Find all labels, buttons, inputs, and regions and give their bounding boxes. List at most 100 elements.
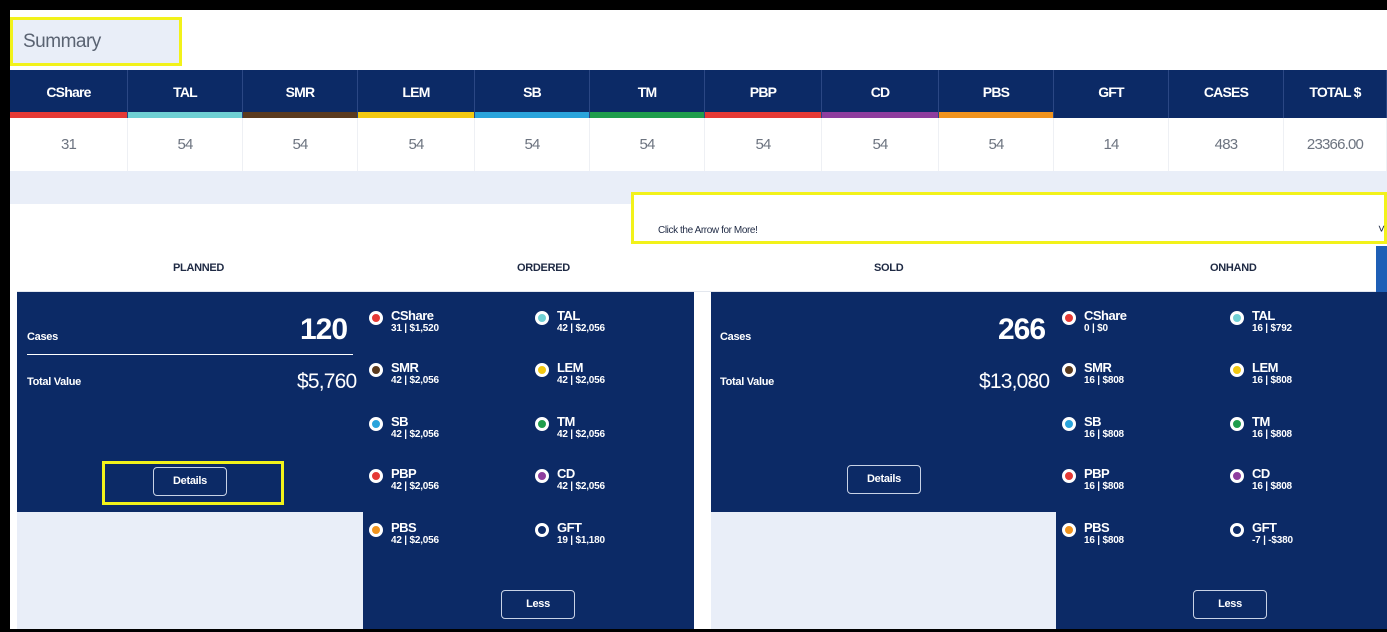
sold-cases-value: 266 <box>998 313 1046 346</box>
category-name: TAL <box>1252 308 1275 323</box>
category-name: SB <box>1084 414 1102 429</box>
category-dot-icon <box>369 311 383 325</box>
category-name: SMR <box>391 360 419 375</box>
sold-panel-blank <box>711 512 1056 629</box>
category-name: PBP <box>391 466 417 481</box>
category-item: CShare 0 | $0 <box>1062 308 1202 346</box>
category-count-value: 42 | $2,056 <box>557 323 605 334</box>
category-name: LEM <box>557 360 583 375</box>
column-color-bar <box>590 112 704 118</box>
column-header: GFT <box>1054 70 1169 118</box>
summary-tab[interactable]: Summary <box>10 17 182 66</box>
summary-value-row: 31 54 54 54 54 54 54 54 54 14 483 23366.00 <box>10 118 1387 172</box>
category-item: PBS 42 | $2,056 <box>369 520 509 558</box>
planned-cases-label: Cases <box>27 331 58 343</box>
category-dot-icon <box>369 469 383 483</box>
sold-total-value: $13,080 <box>979 370 1050 393</box>
category-dot-icon <box>369 363 383 377</box>
column-value: 14 <box>1054 118 1169 171</box>
category-name: PBS <box>1084 520 1110 535</box>
category-dot-icon <box>1230 469 1244 483</box>
left-border <box>0 0 10 632</box>
category-name: CD <box>1252 466 1270 481</box>
category-item: PBP 42 | $2,056 <box>369 466 509 504</box>
category-dot-icon <box>535 469 549 483</box>
tab-ordered[interactable]: ORDERED <box>517 262 570 274</box>
column-value: 483 <box>1169 118 1284 171</box>
column-header: SB <box>475 70 590 118</box>
column-header: CD <box>822 70 939 118</box>
column-value: 54 <box>822 118 939 171</box>
category-item: TM 42 | $2,056 <box>535 414 675 452</box>
category-item: GFT -7 | -$380 <box>1230 520 1370 558</box>
category-name: SMR <box>1084 360 1112 375</box>
category-item: SB 42 | $2,056 <box>369 414 509 452</box>
column-value: 23366.00 <box>1284 118 1387 171</box>
sold-less-button[interactable]: Less <box>1193 590 1267 619</box>
sold-details-button[interactable]: Details <box>847 465 921 494</box>
category-name: TM <box>1252 414 1270 429</box>
category-dot-icon <box>1062 363 1076 377</box>
tab-onhand[interactable]: ONHAND <box>1210 262 1257 274</box>
category-item: SB 16 | $808 <box>1062 414 1202 452</box>
expand-arrow-icon[interactable]: ˅ <box>1378 222 1385 236</box>
category-dot-icon <box>1230 363 1244 377</box>
category-name: LEM <box>1252 360 1278 375</box>
category-name: GFT <box>1252 520 1277 535</box>
category-count-value: 16 | $808 <box>1084 429 1124 440</box>
category-item: PBP 16 | $808 <box>1062 466 1202 504</box>
category-name: SB <box>391 414 409 429</box>
planned-less-button[interactable]: Less <box>501 590 575 619</box>
planned-total-value: $5,760 <box>297 370 357 393</box>
tab-sold[interactable]: SOLD <box>874 262 904 274</box>
category-name: CShare <box>391 308 434 323</box>
more-hint-text: Click the Arrow for More! <box>658 225 758 236</box>
tab-planned[interactable]: PLANNED <box>173 262 224 274</box>
column-header: PBP <box>705 70 822 118</box>
category-item: TAL 42 | $2,056 <box>535 308 675 346</box>
planned-cases-value: 120 <box>300 313 348 346</box>
category-name: TM <box>557 414 575 429</box>
category-count-value: 42 | $2,056 <box>557 429 605 440</box>
column-color-bar <box>358 112 474 118</box>
column-header: CASES <box>1169 70 1284 118</box>
category-item: CD 16 | $808 <box>1230 466 1370 504</box>
summary-table: CShare TAL SMR LEM SB TM PBP CD PBS GFT CASES TOTAL… <box>10 70 1387 172</box>
column-header: TM <box>590 70 705 118</box>
summary-header-row: CShare TAL SMR LEM SB TM PBP CD PBS GFT CASES TOTAL… <box>10 70 1387 118</box>
category-count-value: 16 | $808 <box>1252 429 1292 440</box>
planned-divider <box>27 354 353 355</box>
top-border <box>0 0 1387 10</box>
category-dot-icon <box>535 523 549 537</box>
category-dot-icon <box>535 363 549 377</box>
category-count-value: 42 | $2,056 <box>557 375 605 386</box>
column-value: 31 <box>10 118 128 171</box>
column-color-bar <box>243 112 357 118</box>
sold-cases-label: Cases <box>720 331 751 343</box>
column-header: LEM <box>358 70 475 118</box>
column-header: TAL <box>128 70 243 118</box>
category-dot-icon <box>535 311 549 325</box>
category-count-value: 42 | $2,056 <box>391 375 439 386</box>
category-item: LEM 16 | $808 <box>1230 360 1370 398</box>
column-color-bar <box>822 112 938 118</box>
category-dot-icon <box>369 523 383 537</box>
category-name: PBP <box>1084 466 1110 481</box>
column-header: PBS <box>939 70 1054 118</box>
more-highlight-box <box>631 192 1387 244</box>
column-color-bar <box>475 112 589 118</box>
category-count-value: 16 | $808 <box>1084 535 1124 546</box>
category-count-value: 16 | $808 <box>1084 481 1124 492</box>
side-tab[interactable] <box>1376 246 1387 292</box>
category-count-value: 42 | $2,056 <box>557 481 605 492</box>
category-item: SMR 16 | $808 <box>1062 360 1202 398</box>
category-dot-icon <box>535 417 549 431</box>
category-item: CD 42 | $2,056 <box>535 466 675 504</box>
category-count-value: 31 | $1,520 <box>391 323 439 334</box>
category-count-value: 16 | $808 <box>1252 375 1292 386</box>
category-dot-icon <box>1062 417 1076 431</box>
details-highlight-box <box>102 461 284 505</box>
planned-panel-blank <box>17 512 363 629</box>
column-value: 54 <box>590 118 705 171</box>
category-count-value: 0 | $0 <box>1084 323 1108 334</box>
